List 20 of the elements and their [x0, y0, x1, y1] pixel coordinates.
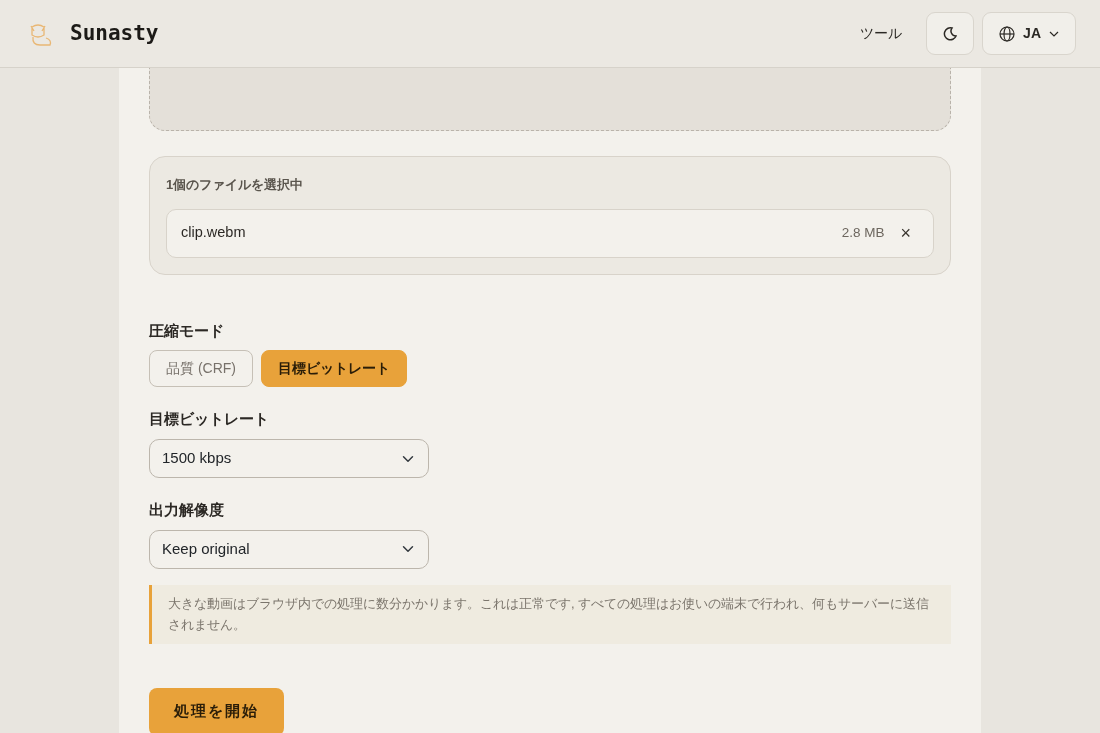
brand-name[interactable]: Sunasty [70, 17, 159, 50]
resolution-select[interactable]: Keep original [149, 529, 429, 569]
file-count-label: 1個のファイルを選択中 [166, 176, 305, 194]
mode-option[interactable]: 品質 (CRF) [149, 350, 253, 388]
globe-icon [999, 25, 1016, 42]
resolution-label: 出力解像度 [149, 501, 225, 520]
mode-label: 圧縮モード [149, 321, 225, 341]
tools-link[interactable]: ツール [860, 23, 903, 44]
moon-icon [943, 26, 958, 41]
theme-toggle-button[interactable] [926, 12, 975, 55]
language-button[interactable]: JA [982, 12, 1076, 55]
bitrate-select[interactable]: 1500 kbps [149, 439, 429, 478]
bitrate-label: 目標ビットレート [149, 410, 270, 430]
mode-option[interactable]: 目標ビットレート [261, 350, 407, 388]
start-button[interactable]: 処理を開始 [149, 688, 284, 733]
file-name: clip.webm [181, 223, 247, 243]
chevron-down-icon [1049, 30, 1059, 37]
file-size: 2.8 MB [841, 223, 885, 242]
info-notice: 大きな動画はブラウザ内での処理に数分かかります。これは正常です, すべての処理はお使いの端末で行われ、何もサーバーに送信されません。 [149, 584, 951, 645]
remove-file-button[interactable]: × [900, 224, 911, 242]
